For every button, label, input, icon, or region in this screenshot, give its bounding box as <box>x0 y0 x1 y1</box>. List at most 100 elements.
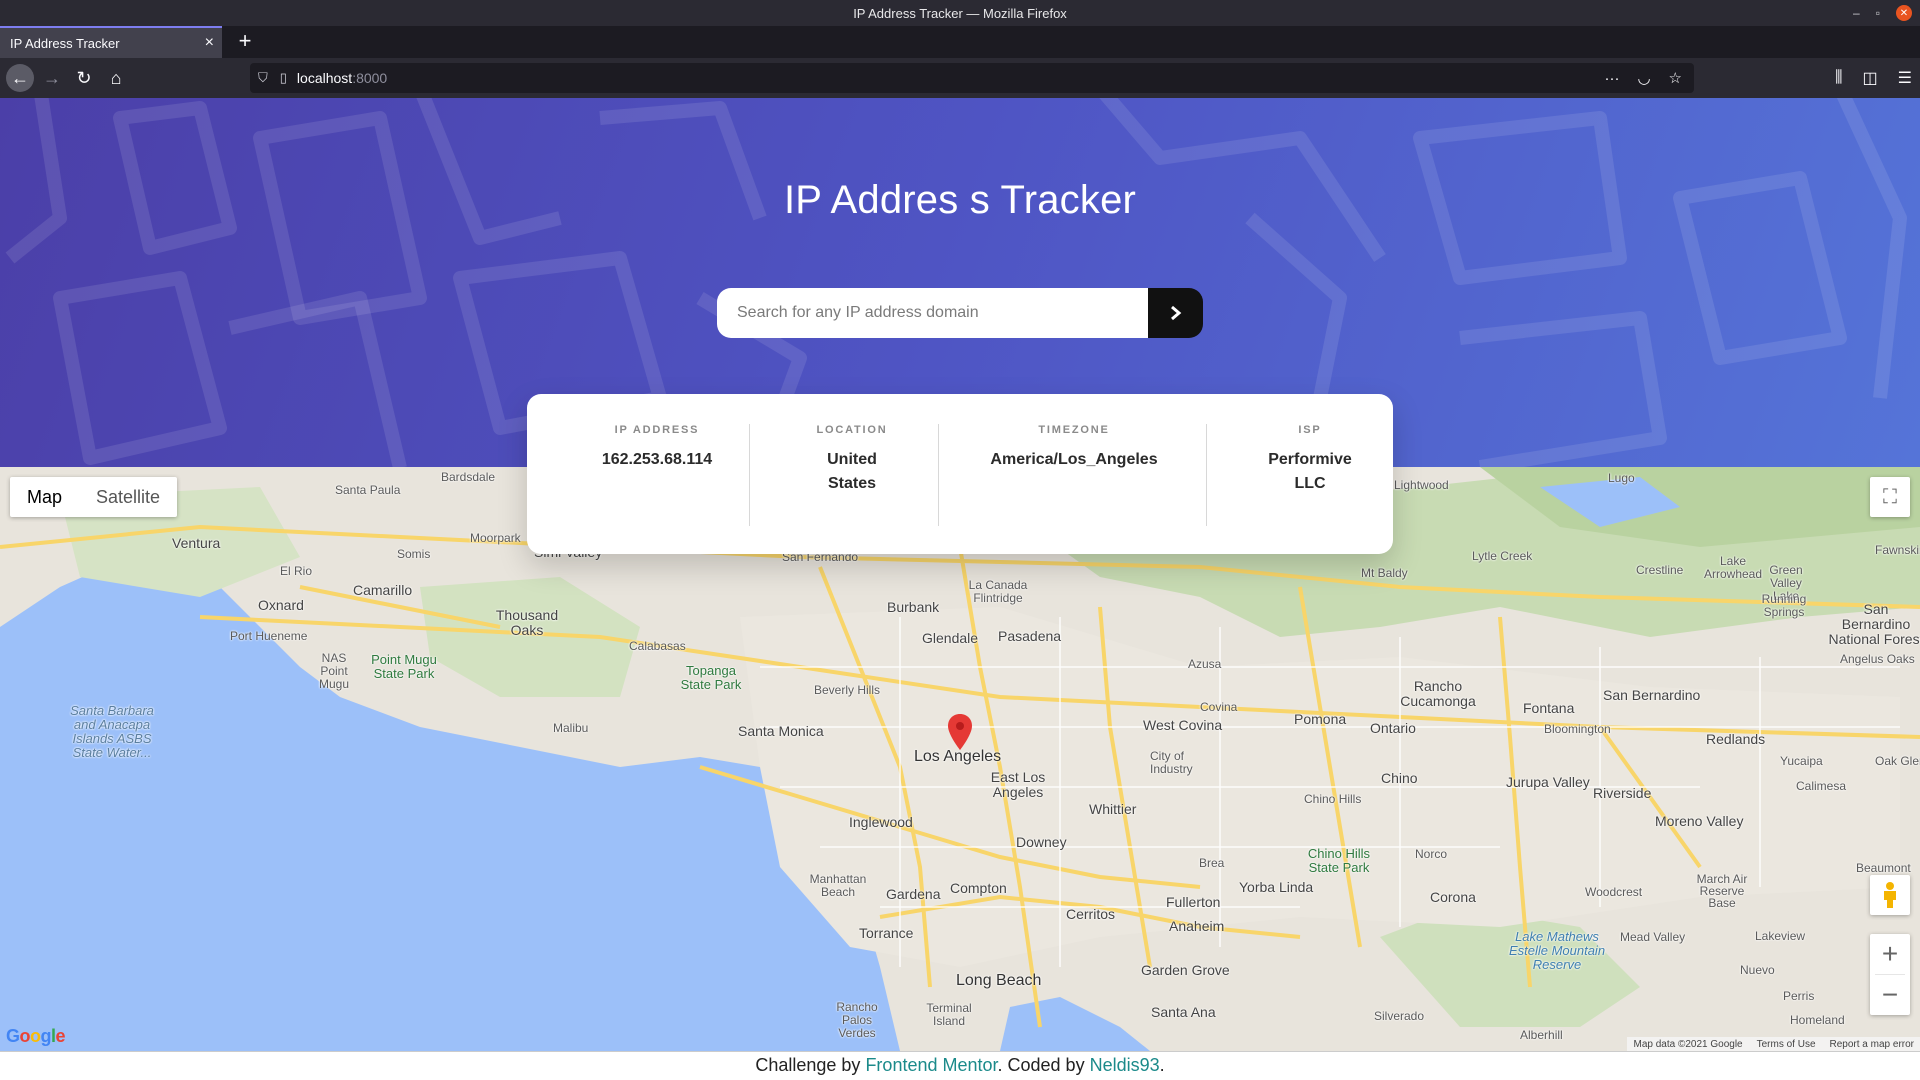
terms-of-use-link[interactable]: Terms of Use <box>1757 1039 1816 1050</box>
close-tab-icon[interactable]: × <box>205 34 214 52</box>
info-label: IP ADDRESS <box>614 424 700 436</box>
library-icon[interactable]: ⫼ <box>1835 69 1842 87</box>
map-type-satellite-button[interactable]: Satellite <box>79 477 177 517</box>
map-label: Rancho Cucamonga <box>1400 678 1476 709</box>
map-label: Moreno Valley <box>1655 813 1744 829</box>
map-label: Moorpark <box>470 531 521 545</box>
map-label: Alberhill <box>1520 1028 1563 1042</box>
map-label: Lytle Creek <box>1472 549 1533 563</box>
map-label: Los Angeles <box>914 748 1002 765</box>
info-location: LOCATION United States <box>807 424 897 526</box>
map-label: Azusa <box>1188 657 1222 671</box>
info-label: LOCATION <box>816 424 888 436</box>
map-label: City of Industry <box>1150 749 1193 776</box>
reload-icon[interactable]: ↻ <box>70 64 98 92</box>
map-label: Lugo <box>1608 471 1635 485</box>
ip-search-input[interactable] <box>717 288 1148 338</box>
frontend-mentor-link[interactable]: Frontend Mentor <box>865 1055 997 1075</box>
map-label: West Covina <box>1143 717 1223 733</box>
tab-title: IP Address Tracker <box>10 35 120 51</box>
info-divider <box>938 424 939 526</box>
map-label: Torrance <box>859 925 914 941</box>
shield-icon[interactable]: ⛉ <box>258 70 268 86</box>
map-label: Running Springs <box>1761 592 1807 619</box>
pegman-shape <box>1884 882 1896 908</box>
info-timezone: TIMEZONE America/Los_Angeles <box>979 424 1169 526</box>
map-label: Thousand Oaks <box>495 607 559 638</box>
chevron-right-icon <box>1170 305 1181 321</box>
map-label: San Bernardino National Forest <box>1828 601 1920 647</box>
map-label: Lake Mathews Estelle Mountain Reserve <box>1508 929 1606 972</box>
info-ip-address: IP ADDRESS 162.253.68.114 <box>567 424 747 526</box>
tab-strip: IP Address Tracker × + <box>0 26 1920 58</box>
map-label: Lightwood <box>1394 478 1449 492</box>
map-label: Ontario <box>1370 720 1416 736</box>
page-icon: ▯ <box>279 70 287 85</box>
map-label: Mead Valley <box>1620 930 1686 944</box>
search-submit-button[interactable] <box>1148 288 1203 338</box>
url-bar[interactable]: ⛉ ▯ localhost:8000 ··· ◡ ☆ <box>250 63 1694 93</box>
close-window-icon[interactable]: ✕ <box>1896 5 1912 21</box>
fullscreen-icon[interactable]: ⛶ <box>1870 477 1910 517</box>
map-label: Somis <box>397 547 431 561</box>
map[interactable]: Santa Paula Bardsdale Moorpark Simi Vall… <box>0 467 1920 1051</box>
bookmark-star-icon[interactable]: ☆ <box>1669 69 1682 87</box>
map-label: Rancho Palos Verdes <box>836 1000 878 1040</box>
map-label: Santa Paula <box>335 483 401 497</box>
url-host: localhost <box>296 70 353 86</box>
map-label: Lakeview <box>1755 929 1806 943</box>
map-label: Fawnskin <box>1875 543 1920 557</box>
map-attribution: Map data ©2021 Google Terms of Use Repor… <box>1627 1037 1920 1051</box>
map-label: Riverside <box>1593 785 1652 801</box>
map-label: Bloomington <box>1544 722 1611 736</box>
location-marker-icon[interactable] <box>948 714 972 750</box>
map-label: Malibu <box>553 721 589 735</box>
home-icon[interactable]: ⌂ <box>102 64 130 92</box>
hamburger-menu-icon[interactable]: ☰ <box>1898 68 1912 88</box>
toolbar-right: ⫼ ◫ ☰ <box>1835 64 1912 92</box>
new-tab-icon[interactable]: + <box>232 28 258 54</box>
street-view-pegman-icon[interactable] <box>1870 875 1910 915</box>
google-logo: Google <box>6 1026 66 1046</box>
map-label: Inglewood <box>849 814 913 830</box>
footer-middle: . Coded by <box>997 1055 1090 1075</box>
report-map-error-link[interactable]: Report a map error <box>1830 1039 1914 1050</box>
zoom-out-icon[interactable]: − <box>1870 975 1910 1015</box>
map-label: East Los Angeles <box>990 769 1046 800</box>
map-type-map-button[interactable]: Map <box>10 477 79 517</box>
footer-suffix: . <box>1159 1055 1165 1075</box>
info-isp: ISP Performive LLC <box>1260 424 1360 526</box>
author-link[interactable]: Neldis93 <box>1090 1055 1160 1075</box>
map-data-text: Map data ©2021 Google <box>1633 1038 1743 1050</box>
map-label: Calabasas <box>629 639 686 653</box>
map-label: Ventura <box>172 535 221 551</box>
minimize-icon[interactable]: – <box>1853 6 1860 20</box>
more-actions-icon[interactable]: ··· <box>1604 70 1619 87</box>
map-label: Glendale <box>922 630 979 646</box>
map-label: Port Hueneme <box>230 629 308 643</box>
map-label: Homeland <box>1790 1013 1845 1027</box>
attribution-footer: Challenge by Frontend Mentor. Coded by N… <box>0 1051 1920 1080</box>
back-arrow-icon[interactable]: ← <box>6 64 34 92</box>
sidebar-icon[interactable]: ◫ <box>1863 68 1878 88</box>
map-label: Beverly Hills <box>814 683 881 697</box>
window-controls: – ▫ ✕ <box>1853 0 1912 26</box>
map-label: March Air Reserve Base <box>1696 872 1748 910</box>
map-label: Norco <box>1415 847 1448 861</box>
map-label: Covina <box>1200 700 1238 714</box>
map-label: Jurupa Valley <box>1506 774 1590 790</box>
page-content: IP Addres s Tracker Search for any IP ad… <box>0 98 1920 1080</box>
forward-arrow-icon[interactable]: → <box>38 64 66 92</box>
map-label: San Bernardino <box>1603 687 1701 703</box>
maximize-icon[interactable]: ▫ <box>1876 6 1880 20</box>
pocket-icon[interactable]: ◡ <box>1637 69 1650 87</box>
map-label: Gardena <box>886 886 941 902</box>
map-label: El Rio <box>280 564 313 578</box>
zoom-in-icon[interactable]: + <box>1870 934 1910 974</box>
info-divider <box>1206 424 1207 526</box>
map-label: Corona <box>1430 889 1476 905</box>
tab-ip-address-tracker[interactable]: IP Address Tracker × <box>0 26 222 58</box>
urlbar-actions: ··· ◡ ☆ <box>1604 63 1682 93</box>
ip-info-card: IP ADDRESS 162.253.68.114 LOCATION Unite… <box>527 394 1393 554</box>
map-label: Anaheim <box>1169 918 1225 934</box>
